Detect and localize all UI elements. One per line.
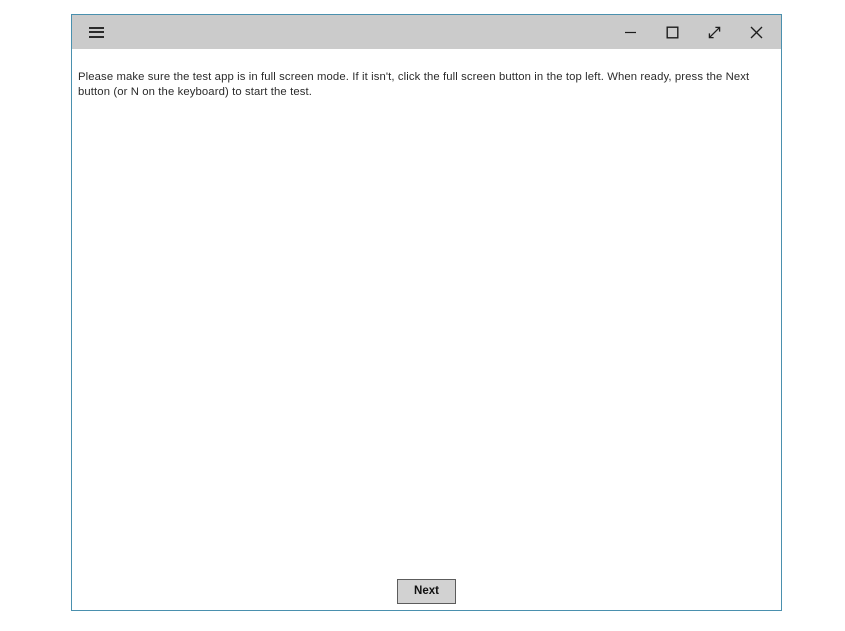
title-bar [72,15,781,49]
hamburger-menu-icon [88,26,104,38]
maximize-button[interactable] [651,15,693,49]
app-window: Please make sure the test app is in full… [71,14,782,611]
next-button[interactable]: Next [397,579,456,604]
content-area: Please make sure the test app is in full… [72,49,781,610]
hamburger-menu-button[interactable] [79,15,113,49]
diagonal-double-arrow-icon [707,25,722,40]
close-x-icon [749,25,764,40]
close-button[interactable] [735,15,777,49]
minimize-button[interactable] [609,15,651,49]
instruction-text: Please make sure the test app is in full… [78,71,750,98]
footer-bar: Next [72,579,781,604]
minimize-icon [624,26,637,39]
maximize-square-icon [666,26,679,39]
fullscreen-button[interactable] [693,15,735,49]
window-controls [609,15,777,49]
